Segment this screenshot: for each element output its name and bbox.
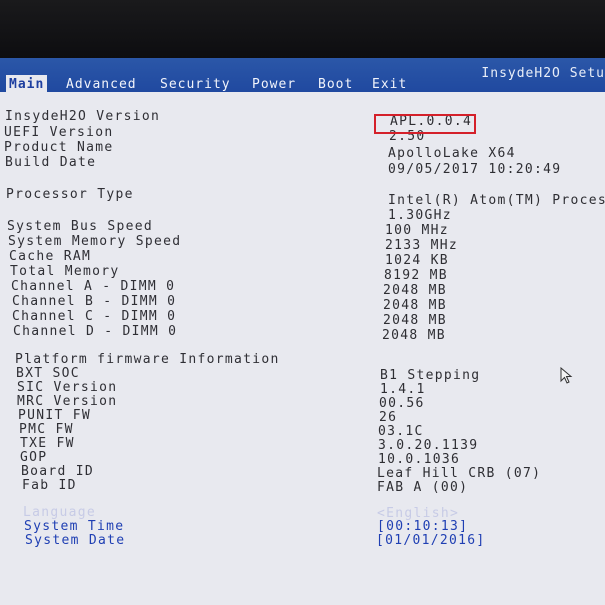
tab-main[interactable]: Main — [6, 75, 48, 95]
firmware-value: 00.56 — [379, 396, 425, 411]
firmware-value: Leaf Hill CRB (07) — [377, 466, 542, 481]
build-label: Build Date — [5, 155, 97, 170]
processor-freq: 1.30GHz — [388, 208, 452, 223]
firmware-value: B1 Stepping — [380, 368, 481, 383]
memspeed-label: System Memory Speed — [8, 234, 182, 249]
dimm-d-label: Channel D - DIMM 0 — [13, 324, 178, 339]
firmware-value: 03.1C — [378, 424, 424, 439]
main-content: InsydeH2O Version APL.0.0.4 UEFI Version… — [0, 98, 605, 605]
bus-value: 100 MHz — [385, 223, 449, 238]
tab-security[interactable]: Security — [160, 75, 231, 95]
firmware-value: FAB A (00) — [377, 480, 469, 495]
processor-value: Intel(R) Atom(TM) Process — [388, 193, 605, 208]
firmware-value: 10.0.1036 — [378, 452, 461, 467]
tab-bar: Main Advanced Security Power Boot Exit — [0, 75, 605, 95]
firmware-value: 3.0.20.1139 — [378, 438, 479, 453]
system-time-value[interactable]: [00:10:13] — [377, 519, 468, 534]
product-label: Product Name — [4, 140, 114, 155]
dimm-d-value: 2048 MB — [382, 328, 446, 343]
firmware-label: Fab ID — [22, 478, 77, 493]
build-value: 09/05/2017 10:20:49 — [388, 162, 562, 177]
product-value: ApolloLake X64 — [388, 146, 516, 161]
version-highlight-box — [374, 114, 476, 134]
language-label[interactable]: Language — [23, 505, 96, 520]
dimm-b-value: 2048 MB — [383, 298, 447, 313]
firmware-value: 1.4.1 — [380, 382, 426, 397]
monitor-bezel — [0, 0, 605, 58]
dimm-b-label: Channel B - DIMM 0 — [12, 294, 177, 309]
firmware-label: SIC Version — [17, 380, 118, 395]
memspeed-value: 2133 MHz — [385, 238, 459, 253]
firmware-value: 26 — [379, 410, 398, 425]
cache-label: Cache RAM — [9, 249, 92, 264]
firmware-label: PUNIT FW — [18, 408, 92, 423]
cache-value: 1024 KB — [385, 253, 449, 268]
tab-exit[interactable]: Exit — [372, 75, 407, 95]
firmware-label: TXE FW — [20, 436, 75, 451]
bios-screen: InsydeH2O Setu Main Advanced Security Po… — [0, 58, 605, 605]
firmware-label: BXT SOC — [16, 366, 80, 381]
firmware-heading: Platform firmware Information — [15, 352, 280, 367]
bus-label: System Bus Speed — [7, 219, 154, 234]
firmware-label: MRC Version — [17, 394, 118, 409]
mouse-cursor-icon — [560, 366, 576, 385]
dimm-c-value: 2048 MB — [383, 313, 447, 328]
dimm-a-value: 2048 MB — [383, 283, 447, 298]
tab-boot[interactable]: Boot — [318, 75, 353, 95]
tab-power[interactable]: Power — [252, 75, 296, 95]
totalmem-label: Total Memory — [10, 264, 120, 279]
system-date-label[interactable]: System Date — [25, 533, 125, 548]
dimm-c-label: Channel C - DIMM 0 — [12, 309, 177, 324]
totalmem-value: 8192 MB — [384, 268, 448, 283]
system-time-label[interactable]: System Time — [24, 519, 124, 534]
uefi-label: UEFI Version — [4, 125, 114, 140]
firmware-label: PMC FW — [19, 422, 74, 437]
processor-label: Processor Type — [6, 187, 134, 202]
system-date-value[interactable]: [01/01/2016] — [376, 533, 486, 548]
tab-advanced[interactable]: Advanced — [66, 75, 137, 95]
firmware-label: GOP — [20, 450, 48, 465]
firmware-label: Board ID — [21, 464, 95, 479]
dimm-a-label: Channel A - DIMM 0 — [11, 279, 176, 294]
version-label: InsydeH2O Version — [5, 109, 161, 124]
